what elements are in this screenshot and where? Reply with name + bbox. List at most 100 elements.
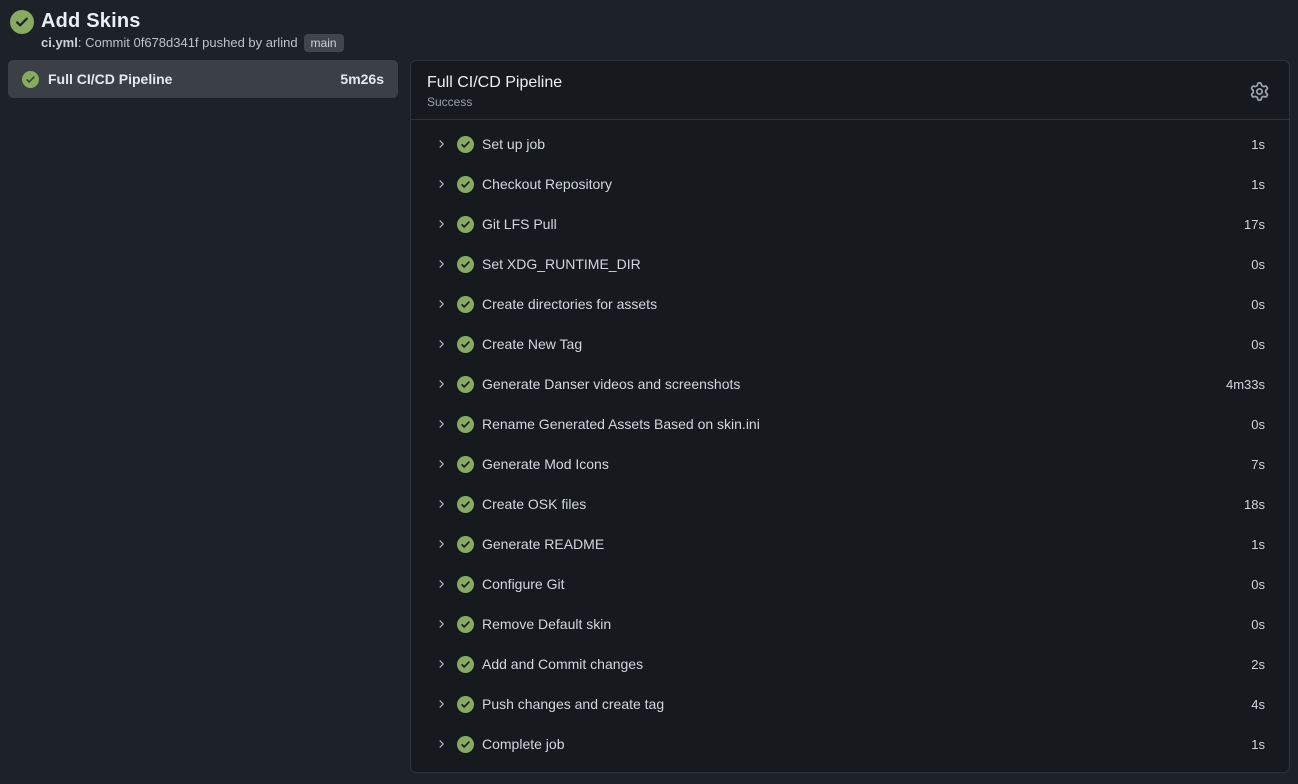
step-duration: 0s xyxy=(1251,257,1265,272)
chevron-right-icon xyxy=(435,418,447,430)
job-item[interactable]: Full CI/CD Pipeline 5m26s xyxy=(8,60,398,98)
step-row[interactable]: Git LFS Pull 17s xyxy=(411,204,1289,244)
step-row[interactable]: Create New Tag 0s xyxy=(411,324,1289,364)
run-header: Add Skins ci.yml: Commit 0f678d341f push… xyxy=(8,8,1290,52)
chevron-right-icon xyxy=(435,458,447,470)
step-name: Complete job xyxy=(482,736,1235,752)
steps-list: Set up job 1s Checkout Repository 1s Git… xyxy=(411,120,1289,772)
step-status-success-icon xyxy=(457,456,474,473)
step-duration: 1s xyxy=(1251,737,1265,752)
step-duration: 4m33s xyxy=(1226,377,1265,392)
run-subtitle: ci.yml: Commit 0f678d341f pushed by arli… xyxy=(41,34,344,52)
chevron-right-icon xyxy=(435,698,447,710)
chevron-right-icon xyxy=(435,618,447,630)
step-row[interactable]: Set up job 1s xyxy=(411,124,1289,164)
step-status-success-icon xyxy=(457,416,474,433)
step-row[interactable]: Push changes and create tag 4s xyxy=(411,684,1289,724)
run-title: Add Skins xyxy=(41,8,344,34)
step-status-success-icon xyxy=(457,736,474,753)
run-header-text: Add Skins ci.yml: Commit 0f678d341f push… xyxy=(41,8,344,52)
chevron-right-icon xyxy=(435,138,447,150)
step-status-success-icon xyxy=(457,576,474,593)
job-panel-heading: Full CI/CD Pipeline Success xyxy=(427,72,562,110)
step-status-success-icon xyxy=(457,656,474,673)
job-panel: Full CI/CD Pipeline Success Set up job 1… xyxy=(410,60,1290,773)
step-name: Remove Default skin xyxy=(482,616,1235,632)
step-status-success-icon xyxy=(457,296,474,313)
step-row[interactable]: Generate Mod Icons 7s xyxy=(411,444,1289,484)
step-name: Create New Tag xyxy=(482,336,1235,352)
step-duration: 17s xyxy=(1244,217,1265,232)
step-duration: 0s xyxy=(1251,617,1265,632)
step-row[interactable]: Generate Danser videos and screenshots 4… xyxy=(411,364,1289,404)
step-status-success-icon xyxy=(457,176,474,193)
step-duration: 18s xyxy=(1244,497,1265,512)
step-status-success-icon xyxy=(457,616,474,633)
job-panel-header: Full CI/CD Pipeline Success xyxy=(411,61,1289,120)
run-subtitle-text: ci.yml: Commit 0f678d341f pushed by arli… xyxy=(41,34,298,52)
job-duration: 5m26s xyxy=(340,71,384,87)
run-main: Full CI/CD Pipeline 5m26s Full CI/CD Pip… xyxy=(8,60,1290,773)
step-status-success-icon xyxy=(457,696,474,713)
chevron-right-icon xyxy=(435,378,447,390)
chevron-right-icon xyxy=(435,498,447,510)
step-row[interactable]: Complete job 1s xyxy=(411,724,1289,764)
chevron-right-icon xyxy=(435,338,447,350)
step-row[interactable]: Add and Commit changes 2s xyxy=(411,644,1289,684)
step-name: Rename Generated Assets Based on skin.in… xyxy=(482,416,1235,432)
chevron-right-icon xyxy=(435,738,447,750)
job-panel-title: Full CI/CD Pipeline xyxy=(427,72,562,93)
step-row[interactable]: Create OSK files 18s xyxy=(411,484,1289,524)
job-name: Full CI/CD Pipeline xyxy=(48,71,340,87)
step-duration: 2s xyxy=(1251,657,1265,672)
step-status-success-icon xyxy=(457,136,474,153)
step-duration: 0s xyxy=(1251,297,1265,312)
step-duration: 7s xyxy=(1251,457,1265,472)
workflow-file: ci.yml xyxy=(41,35,78,50)
step-row[interactable]: Rename Generated Assets Based on skin.in… xyxy=(411,404,1289,444)
step-duration: 4s xyxy=(1251,697,1265,712)
step-name: Git LFS Pull xyxy=(482,216,1228,232)
step-name: Add and Commit changes xyxy=(482,656,1235,672)
branch-badge[interactable]: main xyxy=(304,34,344,52)
chevron-right-icon xyxy=(435,578,447,590)
job-status-success-icon xyxy=(22,71,39,88)
run-subtitle-rest: : Commit 0f678d341f pushed by arlind xyxy=(78,35,298,50)
step-name: Create OSK files xyxy=(482,496,1228,512)
step-row[interactable]: Create directories for assets 0s xyxy=(411,284,1289,324)
step-status-success-icon xyxy=(457,256,474,273)
step-row[interactable]: Configure Git 0s xyxy=(411,564,1289,604)
chevron-right-icon xyxy=(435,178,447,190)
step-name: Push changes and create tag xyxy=(482,696,1235,712)
step-name: Set XDG_RUNTIME_DIR xyxy=(482,256,1235,272)
step-row[interactable]: Generate README 1s xyxy=(411,524,1289,564)
step-duration: 0s xyxy=(1251,577,1265,592)
step-duration: 1s xyxy=(1251,137,1265,152)
step-status-success-icon xyxy=(457,536,474,553)
step-status-success-icon xyxy=(457,216,474,233)
step-name: Configure Git xyxy=(482,576,1235,592)
step-name: Generate Mod Icons xyxy=(482,456,1235,472)
chevron-right-icon xyxy=(435,258,447,270)
chevron-right-icon xyxy=(435,218,447,230)
chevron-right-icon xyxy=(435,658,447,670)
step-row[interactable]: Remove Default skin 0s xyxy=(411,604,1289,644)
chevron-right-icon xyxy=(435,538,447,550)
gear-icon xyxy=(1250,82,1269,101)
step-duration: 1s xyxy=(1251,177,1265,192)
step-name: Create directories for assets xyxy=(482,296,1235,312)
step-name: Set up job xyxy=(482,136,1235,152)
step-row[interactable]: Set XDG_RUNTIME_DIR 0s xyxy=(411,244,1289,284)
step-status-success-icon xyxy=(457,336,474,353)
chevron-right-icon xyxy=(435,298,447,310)
job-status-text: Success xyxy=(427,94,562,110)
step-duration: 0s xyxy=(1251,337,1265,352)
jobs-sidebar: Full CI/CD Pipeline 5m26s xyxy=(8,60,398,98)
job-settings-button[interactable] xyxy=(1246,78,1273,105)
step-row[interactable]: Checkout Repository 1s xyxy=(411,164,1289,204)
step-status-success-icon xyxy=(457,496,474,513)
step-name: Checkout Repository xyxy=(482,176,1235,192)
step-name: Generate Danser videos and screenshots xyxy=(482,376,1210,392)
step-duration: 0s xyxy=(1251,417,1265,432)
step-duration: 1s xyxy=(1251,537,1265,552)
